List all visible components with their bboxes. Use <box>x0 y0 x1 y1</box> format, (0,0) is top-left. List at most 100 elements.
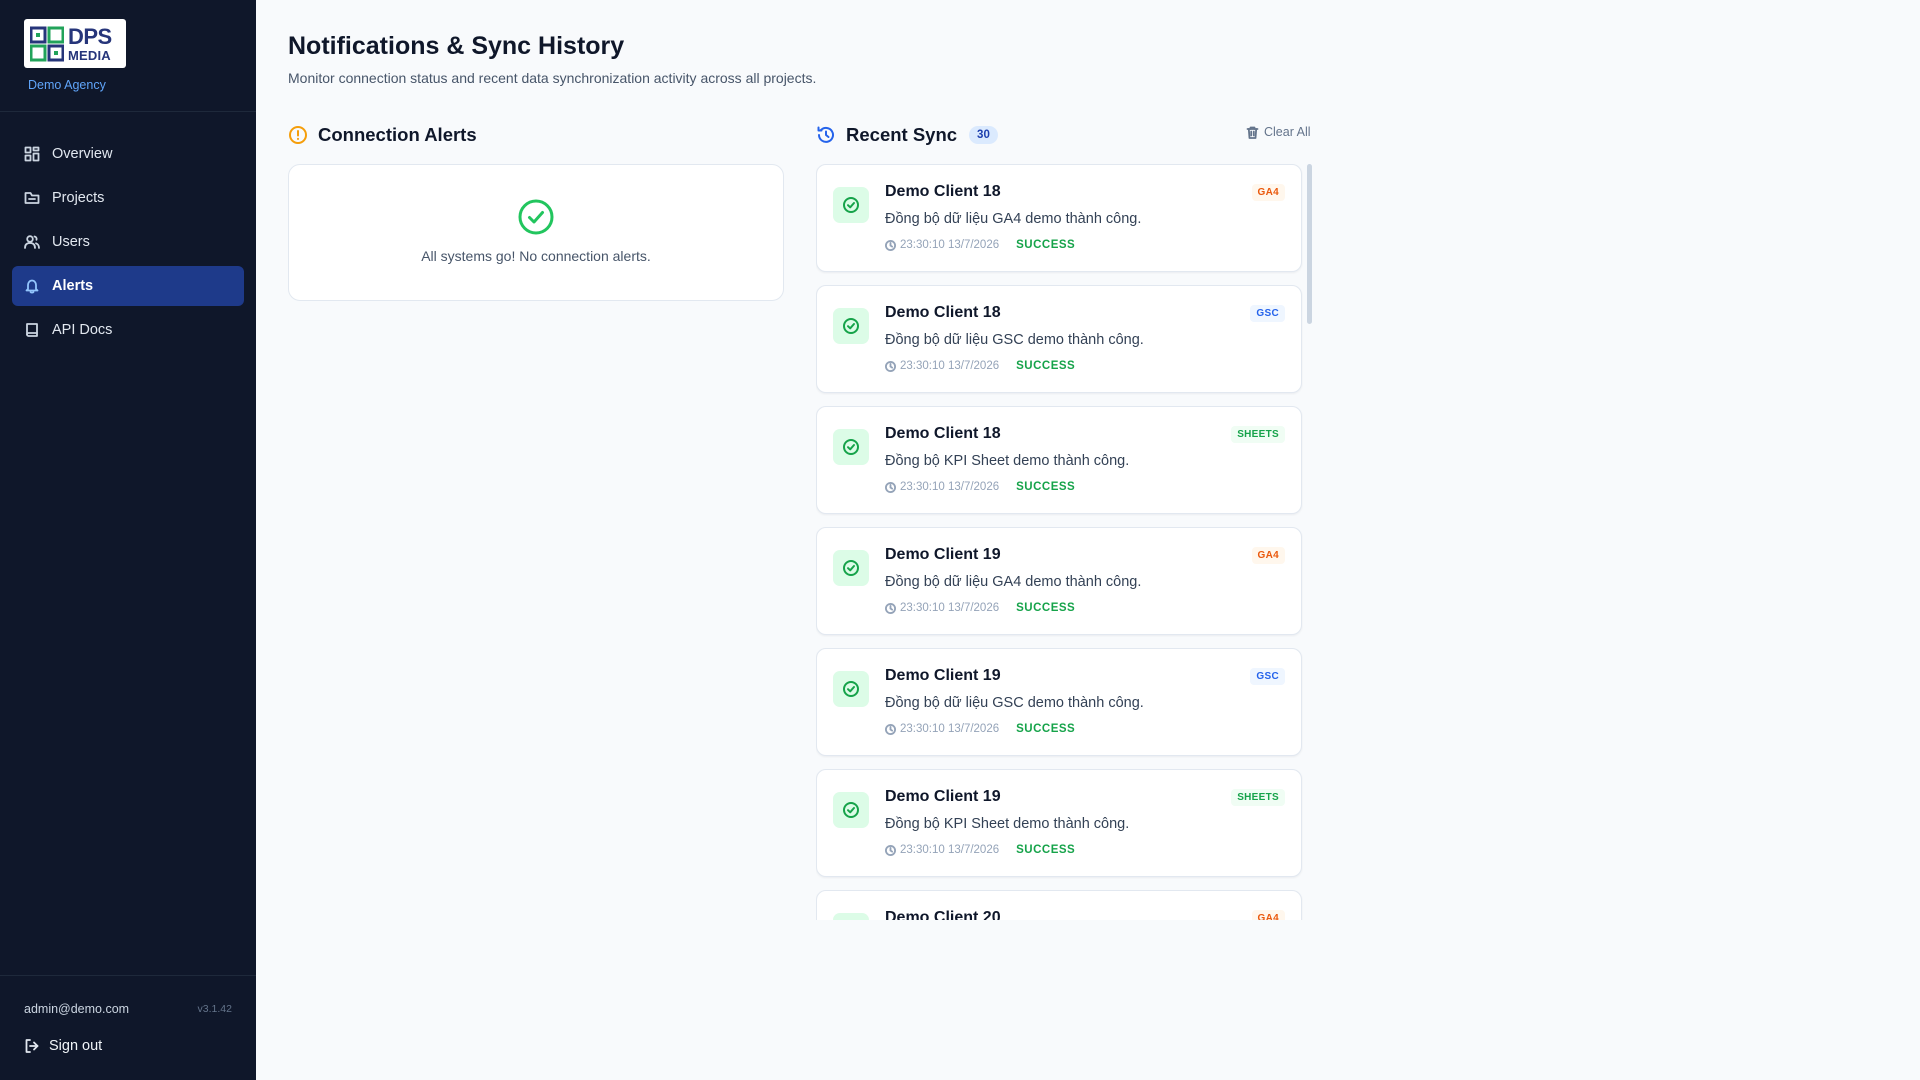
sync-item[interactable]: Demo Client 19 Đồng bộ dữ liệu GA4 demo … <box>816 527 1302 635</box>
sync-time: 23:30:10 13/7/2026 <box>900 723 1000 735</box>
sync-client-name: Demo Client 20 <box>885 909 1001 920</box>
sidebar-item-label: API Docs <box>52 322 113 338</box>
sidebar-footer: admin@demo.com v3.1.42 Sign out <box>0 975 256 1080</box>
sync-list-scrollbar-thumb[interactable] <box>1307 164 1312 324</box>
bell-icon <box>25 279 39 294</box>
sidebar-item-label: Projects <box>52 190 105 206</box>
account-email: admin@demo.com <box>24 1002 130 1016</box>
clear-all-button[interactable]: Clear All <box>1246 125 1311 139</box>
sync-meta: 23:30:10 13/7/2026 SUCCESS <box>885 844 1075 856</box>
sync-count-badge: 30 <box>969 126 998 144</box>
clock-icon <box>885 481 896 493</box>
sync-message: Đồng bộ dữ liệu GSC demo thành công. <box>885 332 1144 348</box>
sidebar-item-users[interactable]: Users <box>12 222 244 262</box>
no-alerts-message: All systems go! No connection alerts. <box>421 248 651 264</box>
sync-status-icon-box <box>833 792 869 828</box>
sync-item[interactable]: Demo Client 19 Đồng bộ dữ liệu GSC demo … <box>816 648 1302 756</box>
sync-status-icon-box <box>833 308 869 344</box>
sync-message: Đồng bộ KPI Sheet demo thành công. <box>885 453 1130 469</box>
page-subtitle: Monitor connection status and recent dat… <box>288 70 817 86</box>
clock-icon <box>885 844 896 856</box>
sidebar-item-label: Alerts <box>52 278 94 294</box>
sync-time: 23:30:10 13/7/2026 <box>900 602 1000 614</box>
logo-line-2: MEDIA <box>68 47 111 63</box>
sync-meta: 23:30:10 13/7/2026 SUCCESS <box>885 723 1075 735</box>
check-circle-icon <box>843 197 859 213</box>
sync-status: SUCCESS <box>1016 602 1076 614</box>
sync-status: SUCCESS <box>1016 844 1076 856</box>
sidebar-item-projects[interactable]: Projects <box>12 178 244 218</box>
sync-status-icon-box <box>833 187 869 223</box>
sync-list-scrollbar[interactable] <box>1307 164 1312 920</box>
app-version: v3.1.42 <box>197 1003 232 1015</box>
clear-all-label: Clear All <box>1264 125 1311 139</box>
sync-status: SUCCESS <box>1016 239 1076 251</box>
sync-list[interactable]: Demo Client 18 Đồng bộ dữ liệu GA4 demo … <box>816 164 1312 920</box>
sidebar-item-label: Overview <box>52 146 113 162</box>
connection-alerts-title: Connection Alerts <box>318 124 477 145</box>
sync-status-icon-box <box>833 429 869 465</box>
sync-item[interactable]: Demo Client 18 Đồng bộ dữ liệu GA4 demo … <box>816 164 1302 272</box>
sign-out-button[interactable]: Sign out <box>0 1016 256 1054</box>
sync-source-tag: GA4 <box>1251 184 1285 201</box>
recent-sync-header: Recent Sync 30 <box>816 124 998 146</box>
sync-time: 23:30:10 13/7/2026 <box>900 239 1000 251</box>
sync-item[interactable]: Demo Client 18 Đồng bộ KPI Sheet demo th… <box>816 406 1302 514</box>
logo-text: DPS MEDIA <box>68 23 112 63</box>
clock-icon <box>885 360 896 372</box>
connection-alerts-card: All systems go! No connection alerts. <box>288 164 784 301</box>
sync-time: 23:30:10 13/7/2026 <box>900 844 1000 856</box>
check-circle-icon <box>843 560 859 576</box>
main-content: Notifications & Sync History Monitor con… <box>288 0 1920 1080</box>
check-circle-icon <box>843 439 859 455</box>
sync-item[interactable]: Demo Client 18 Đồng bộ dữ liệu GSC demo … <box>816 285 1302 393</box>
sync-source-tag: SHEETS <box>1231 426 1285 443</box>
logo-mark-icon <box>30 26 64 61</box>
clock-icon <box>885 239 896 251</box>
check-circle-icon <box>518 199 554 235</box>
check-circle-icon <box>843 802 859 818</box>
grid-icon <box>24 146 40 162</box>
sidebar-nav: Overview Projects Users Alerts API Docs <box>0 112 256 350</box>
brand: DPS MEDIA Demo Agency <box>0 0 256 112</box>
sync-meta: 23:30:10 13/7/2026 SUCCESS <box>885 360 1075 372</box>
sidebar: DPS MEDIA Demo Agency Overview Projects … <box>0 0 256 1080</box>
sync-status: SUCCESS <box>1016 360 1076 372</box>
sync-client-name: Demo Client 18 <box>885 304 1001 321</box>
check-circle-icon <box>843 681 859 697</box>
logo-line-1: DPS <box>68 23 112 49</box>
sync-message: Đồng bộ dữ liệu GSC demo thành công. <box>885 695 1144 711</box>
sync-time: 23:30:10 13/7/2026 <box>900 481 1000 493</box>
sync-status-icon-box <box>833 913 869 920</box>
sidebar-item-alerts[interactable]: Alerts <box>12 266 244 306</box>
agency-name: Demo Agency <box>28 78 106 92</box>
sync-status-icon-box <box>833 671 869 707</box>
sync-client-name: Demo Client 18 <box>885 183 1001 200</box>
sync-client-name: Demo Client 18 <box>885 425 1001 442</box>
connection-alerts-header: Connection Alerts <box>288 124 477 146</box>
sync-meta: 23:30:10 13/7/2026 SUCCESS <box>885 602 1075 614</box>
alert-circle-icon <box>289 126 307 144</box>
sidebar-item-overview[interactable]: Overview <box>12 134 244 174</box>
sync-item[interactable]: Demo Client 20 Đồng bộ dữ liệu GA4 demo … <box>816 890 1302 920</box>
sync-item[interactable]: Demo Client 19 Đồng bộ KPI Sheet demo th… <box>816 769 1302 877</box>
sync-status: SUCCESS <box>1016 723 1076 735</box>
sign-out-label: Sign out <box>49 1038 103 1054</box>
sidebar-item-label: Users <box>52 234 90 250</box>
logo[interactable]: DPS MEDIA <box>24 19 126 68</box>
sync-status-icon-box <box>833 550 869 586</box>
sync-source-tag: SHEETS <box>1231 789 1285 806</box>
sync-source-tag: GSC <box>1250 668 1285 685</box>
page-title: Notifications & Sync History <box>288 32 625 60</box>
sidebar-item-api-docs[interactable]: API Docs <box>12 310 244 350</box>
sync-meta: 23:30:10 13/7/2026 SUCCESS <box>885 481 1075 493</box>
sync-source-tag: GSC <box>1250 305 1285 322</box>
sync-meta: 23:30:10 13/7/2026 SUCCESS <box>885 239 1075 251</box>
folder-icon <box>24 192 40 204</box>
clock-icon <box>885 723 896 735</box>
sync-source-tag: GA4 <box>1251 547 1285 564</box>
sync-source-tag: GA4 <box>1251 910 1285 920</box>
book-icon <box>26 323 38 337</box>
sync-status: SUCCESS <box>1016 481 1076 493</box>
sync-time: 23:30:10 13/7/2026 <box>900 360 1000 372</box>
